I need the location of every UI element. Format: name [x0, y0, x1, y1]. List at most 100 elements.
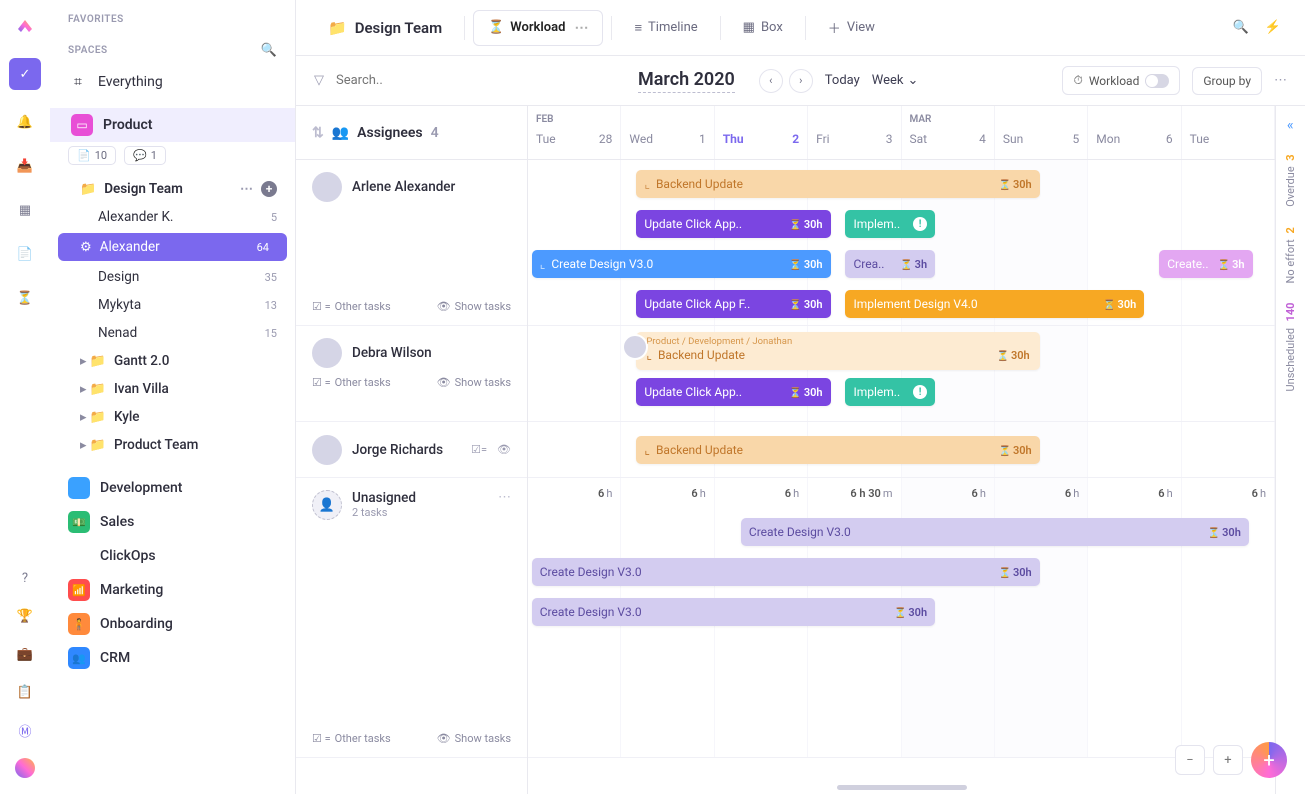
task-bar[interactable]: Create Design V3.030h [741, 518, 1249, 546]
task-bar[interactable]: ⌞Backend Update30h [636, 170, 1039, 198]
notifications-icon[interactable]: 🔔 [13, 110, 37, 134]
toggle-switch[interactable] [1145, 74, 1169, 88]
sidebar-product-space[interactable]: ▭ Product [50, 108, 295, 142]
tab-timeline[interactable]: ≡ Timeline [620, 10, 711, 46]
create-task-fab[interactable]: + [1251, 742, 1287, 778]
workload-toggle[interactable]: ⏱ Workload [1062, 66, 1180, 95]
task-bar[interactable]: Update Click App..30h [636, 210, 830, 238]
sidebar-item-alexander[interactable]: ⚙ Alexander64 [58, 233, 287, 261]
tab-box[interactable]: ▦ Box [729, 10, 797, 46]
sidebar-space-sales[interactable]: 💵Sales [50, 505, 295, 539]
sidebar-folder-ivan-villa[interactable]: ▸ 📁Ivan Villa [50, 375, 295, 403]
task-bar[interactable]: Update Click App..30h [636, 378, 830, 406]
period-label[interactable]: March 2020 [638, 69, 735, 93]
breadcrumb[interactable]: 📁 Design Team [314, 19, 456, 37]
inbox-icon[interactable]: 📥 [13, 154, 37, 178]
noeffort-tab[interactable]: No effort2 [1284, 227, 1297, 284]
space-icon: ◎ [68, 545, 90, 567]
zoom-in-button[interactable]: + [1213, 745, 1243, 775]
app-logo[interactable] [13, 14, 37, 38]
task-bar[interactable]: Implement Design V4.030h [845, 290, 1144, 318]
zoom-out-button[interactable]: − [1175, 745, 1205, 775]
doc-icon[interactable]: 📄 [13, 242, 37, 266]
group-by-button[interactable]: Group by [1192, 67, 1262, 95]
sidebar-everything[interactable]: ⌗ Everything [50, 66, 295, 98]
task-bar[interactable]: Implem..! [845, 210, 935, 238]
sidebar-item-design[interactable]: Design35 [50, 263, 295, 291]
hour-cell: 6 h [1088, 478, 1181, 508]
hour-cell: 6 h [902, 478, 995, 508]
user-badge-icon[interactable]: Ⓜ [13, 718, 37, 742]
trophy-icon[interactable]: 🏆 [13, 604, 37, 628]
show-tasks-toggle[interactable]: 👁 Show tasks [437, 300, 511, 313]
sidebar-folder-gantt-2-0[interactable]: ▸ 📁Gantt 2.0 [50, 347, 295, 375]
apps-icon[interactable]: ▦ [13, 198, 37, 222]
sidebar-folder-product-team[interactable]: ▸ 📁Product Team [50, 431, 295, 459]
row-jorge: ⌞Backend Update30h [528, 422, 1275, 478]
next-period-button[interactable]: › [789, 69, 813, 93]
time-icon[interactable]: ⏳ [13, 286, 37, 310]
tab-workload[interactable]: ⏳ Workload ⋯ [473, 10, 603, 46]
tasks-icon[interactable]: ✓ [9, 58, 41, 90]
tab-more-icon[interactable]: ⋯ [574, 20, 588, 36]
other-tasks[interactable]: ☑ = Other tasks [312, 376, 391, 389]
sidebar-item-nenad[interactable]: Nenad15 [50, 319, 295, 347]
task-bar[interactable]: Product / Development / Jonathan⌞Backend… [636, 332, 1039, 370]
task-bar[interactable]: Create..3h [1159, 250, 1252, 278]
space-icon: 👥 [68, 647, 90, 669]
other-tasks[interactable]: ☑ = Other tasks [312, 300, 391, 313]
show-tasks-toggle[interactable]: 👁 Show tasks [437, 732, 511, 745]
search-input[interactable] [336, 73, 456, 88]
sidebar-space-onboarding[interactable]: 🧍Onboarding [50, 607, 295, 641]
today-button[interactable]: Today [825, 73, 860, 88]
sidebar-folder-kyle[interactable]: ▸ 📁Kyle [50, 403, 295, 431]
task-bar[interactable]: Crea..3h [845, 250, 935, 278]
sort-icon[interactable]: ⇅ [312, 125, 324, 141]
toolbar-more-icon[interactable]: ⋯ [1274, 73, 1287, 88]
sidebar-space-clickops[interactable]: ◎ClickOps [50, 539, 295, 573]
calendar-grid[interactable]: FEBTue28Wed1Thu2Fri3MARSat4Sun5Mon6Tue ⌞… [528, 106, 1275, 794]
mini-tasks-icon[interactable]: ☑= [471, 443, 487, 456]
horizontal-scrollbar[interactable] [837, 785, 967, 790]
collapse-icon[interactable]: » [1287, 118, 1294, 134]
spaces-search-icon[interactable]: 🔍 [261, 43, 277, 58]
alert-icon: ! [913, 217, 927, 231]
chip-comments[interactable]: 💬1 [124, 146, 166, 165]
task-bar[interactable]: Implem..! [845, 378, 935, 406]
prev-period-button[interactable]: ‹ [759, 69, 783, 93]
help-icon[interactable]: ? [13, 566, 37, 590]
task-bar[interactable]: Create Design V3.030h [532, 558, 1040, 586]
sidebar-item-mykyta[interactable]: Mykyta13 [50, 291, 295, 319]
task-bar[interactable]: ⌞Backend Update30h [636, 436, 1039, 464]
other-tasks[interactable]: ☑ = Other tasks [312, 732, 391, 745]
chip-docs[interactable]: 📄10 [68, 146, 116, 165]
add-view-button[interactable]: ＋ View [814, 10, 889, 46]
unscheduled-tab[interactable]: Unscheduled140 [1284, 303, 1297, 391]
sidebar-space-development[interactable]: Development [50, 471, 295, 505]
mini-eye-icon[interactable]: 👁 [497, 443, 511, 456]
clipboard-icon[interactable]: 📋 [13, 680, 37, 704]
search-icon[interactable]: 🔍 [1227, 14, 1255, 42]
briefcase-icon[interactable]: 💼 [13, 642, 37, 666]
range-select[interactable]: Week⌄ [872, 73, 919, 88]
unassigned-more-icon[interactable]: ⋯ [498, 490, 511, 505]
task-bar[interactable]: Update Click App F..30h [636, 290, 830, 318]
filter-icon[interactable]: ▽ [314, 73, 324, 88]
sidebar-item-alexander-k-[interactable]: Alexander K.5 [50, 203, 295, 231]
overdue-tab[interactable]: Overdue3 [1284, 154, 1297, 207]
task-bar[interactable]: Create Design V3.030h [532, 598, 935, 626]
show-tasks-toggle[interactable]: 👁 Show tasks [437, 376, 511, 389]
folder-add-icon[interactable]: + [261, 181, 277, 197]
folder-icon: 📁 [80, 182, 96, 197]
folder-more-icon[interactable]: ⋯ [240, 182, 253, 197]
workload-icon: ⏳ [488, 20, 504, 35]
assignee-debra: Debra Wilson ☑ = Other tasks 👁 Show task… [296, 326, 527, 422]
bolt-icon[interactable]: ⚡ [1259, 14, 1287, 42]
folder-icon: ▸ 📁 [80, 354, 106, 369]
task-search[interactable] [336, 73, 456, 88]
task-bar[interactable]: ⌞Create Design V3.030h [532, 250, 831, 278]
clickup-icon[interactable] [13, 756, 37, 780]
sidebar-space-crm[interactable]: 👥CRM [50, 641, 295, 675]
sidebar-space-marketing[interactable]: 📶Marketing [50, 573, 295, 607]
sidebar-design-team-folder[interactable]: 📁 Design Team ⋯ + [50, 175, 295, 203]
